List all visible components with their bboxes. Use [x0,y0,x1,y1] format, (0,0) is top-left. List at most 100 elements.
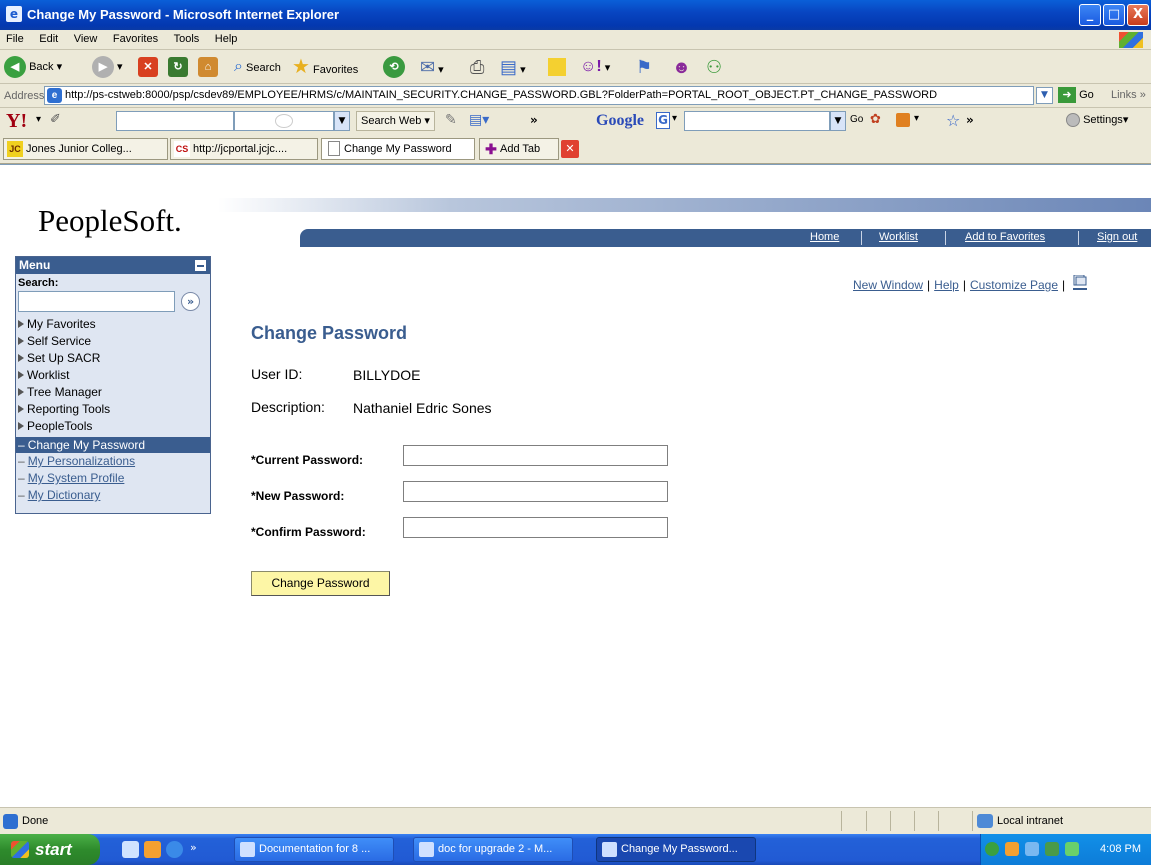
forward-button[interactable]: ▶ ▾ [92,55,123,79]
highlight-pen-icon[interactable]: ✎ [445,112,457,128]
task-change-my-password[interactable]: Change My Password... [596,837,756,862]
window-titlebar[interactable]: e Change My Password - Microsoft Interne… [0,0,1151,30]
settings-button[interactable]: Settings▾ [1066,113,1128,128]
google-g-icon[interactable]: G [656,112,670,129]
yahoo-messenger-button[interactable]: ☺! ▾ [580,55,610,79]
menu-item-change-my-password[interactable]: – Change My Password [16,437,210,453]
tray-user-icon[interactable] [1065,842,1079,856]
contacts-button[interactable]: ⚇ [706,55,722,79]
menu-folder-reporting-tools[interactable]: Reporting Tools [16,403,210,416]
discuss-button[interactable] [548,55,566,79]
minimize-button[interactable]: _ [1079,4,1101,26]
search-web-button[interactable]: Search Web ▾ [356,111,435,131]
search-button[interactable]: ⌕ Search [234,55,281,79]
new-window-link[interactable]: New Window [853,278,923,292]
menu-link-my-personalizations[interactable]: – My Personalizations [16,455,210,468]
messenger-button[interactable]: ☻ [672,55,691,79]
popup-dropdown[interactable]: ▾ [914,113,919,124]
menu-link-my-dictionary[interactable]: – My Dictionary [16,489,210,502]
mail-button[interactable]: ✉ ▾ [420,55,444,79]
menu-folder-worklist[interactable]: Worklist [16,369,210,382]
http-link-icon[interactable] [1072,275,1088,293]
confirm-password-input[interactable] [403,517,668,538]
yahoo-dropdown[interactable]: ▼ [334,111,350,131]
pencil-icon[interactable]: ✐ [50,112,61,127]
menu-folder-peopletools[interactable]: PeopleTools [16,420,210,433]
address-input[interactable]: e http://ps-cstweb:8000/psp/csdev89/EMPL… [44,86,1034,105]
back-button[interactable]: ◀ Back ▾ [4,55,62,79]
menu-edit[interactable]: Edit [33,30,64,45]
help-link[interactable]: Help [934,278,959,292]
nav-sign-out[interactable]: Sign out [1097,231,1137,243]
go-button[interactable]: ➜ Go [1058,87,1094,103]
new-password-input[interactable] [403,481,668,502]
menu-tools[interactable]: Tools [168,30,206,45]
search-hint-icon [275,114,293,128]
google-more-chevron[interactable]: » [966,113,974,127]
menu-folder-set-up-sacr[interactable]: Set Up SACR [16,352,210,365]
quicklaunch-more-chevron[interactable]: » [190,841,197,854]
yahoo-search-input[interactable] [116,111,234,131]
tray-messenger-icon[interactable] [1045,842,1059,856]
security-zone[interactable]: Local intranet [977,814,1063,828]
start-button[interactable]: start [0,834,100,865]
add-tab-button[interactable]: ✚ Add Tab [479,138,559,160]
nav-add-to-favorites[interactable]: Add to Favorites [965,231,1045,243]
home-button[interactable]: ⌂ [198,55,218,79]
go-arrow-icon: ➜ [1058,87,1076,103]
task-documentation[interactable]: Documentation for 8 ... [234,837,394,862]
tab-change-my-password[interactable]: Change My Password [321,138,475,160]
maximize-button[interactable]: □ [1103,4,1125,26]
history-button[interactable]: ⟲ [383,55,405,79]
google-logo[interactable]: Google [596,112,644,130]
close-button[interactable]: X [1127,4,1149,26]
pagerank-icon[interactable]: ✿ [870,112,881,127]
menu-search-input[interactable] [18,291,175,312]
menu-help[interactable]: Help [209,30,244,45]
yahoo-logo-icon[interactable]: Y! [6,110,27,133]
research-button[interactable]: ⚑ [636,55,652,79]
current-password-input[interactable] [403,445,668,466]
google-dropdown[interactable]: ▼ [830,111,846,131]
menu-file[interactable]: File [0,30,30,45]
bookmark-star-icon[interactable]: ☆ [946,111,960,130]
menu-folder-my-favorites[interactable]: My Favorites [16,318,210,331]
minimize-menu-icon[interactable] [195,260,206,271]
quicklaunch-app-icon[interactable] [122,841,139,858]
change-password-button[interactable]: Change Password [251,571,390,596]
yahoo-menu-arrow[interactable]: ▾ [36,114,41,125]
tray-back-icon[interactable] [985,842,999,856]
stop-button[interactable]: ✕ [138,55,158,79]
task-doc-for-upgrade[interactable]: doc for upgrade 2 - M... [413,837,573,862]
address-dropdown[interactable]: ▼ [1036,87,1053,104]
more-chevron[interactable]: » [530,113,538,127]
tab-jcportal[interactable]: CS http://jcportal.jcjc.... [170,138,318,160]
google-search-input[interactable] [684,111,830,131]
nav-home[interactable]: Home [810,231,839,243]
links-button[interactable]: Links » [1111,89,1146,101]
yahoo-search-field[interactable] [234,111,334,131]
menu-link-my-system-profile[interactable]: – My System Profile [16,472,210,485]
menu-folder-self-service[interactable]: Self Service [16,335,210,348]
google-go-button[interactable]: Go [850,114,863,125]
menu-search-go-icon[interactable]: » [181,292,200,311]
menu-view[interactable]: View [68,30,104,45]
popup-blocker-icon[interactable] [896,113,910,127]
tray-app-icon[interactable] [1005,842,1019,856]
menu-favorites[interactable]: Favorites [107,30,164,45]
tab-jones-junior-college[interactable]: JC Jones Junior Colleg... [3,138,168,160]
refresh-button[interactable]: ↻ [168,55,188,79]
customize-page-link[interactable]: Customize Page [970,278,1058,292]
google-menu-arrow[interactable]: ▾ [672,113,677,124]
nav-worklist[interactable]: Worklist [879,231,918,243]
menu-folder-label: Tree Manager [27,385,102,399]
layout-icon[interactable]: ▤▾ [469,112,489,128]
tray-network-icon[interactable] [1025,842,1039,856]
print-button[interactable]: ⎙ [470,55,484,79]
quicklaunch-ie-icon[interactable] [166,841,183,858]
edit-button[interactable]: ▤ ▾ [500,55,526,79]
menu-folder-tree-manager[interactable]: Tree Manager [16,386,210,399]
close-tab-icon[interactable]: ✕ [561,140,579,158]
favorites-button[interactable]: ★ Favorites [292,55,358,79]
quicklaunch-outlook-icon[interactable] [144,841,161,858]
